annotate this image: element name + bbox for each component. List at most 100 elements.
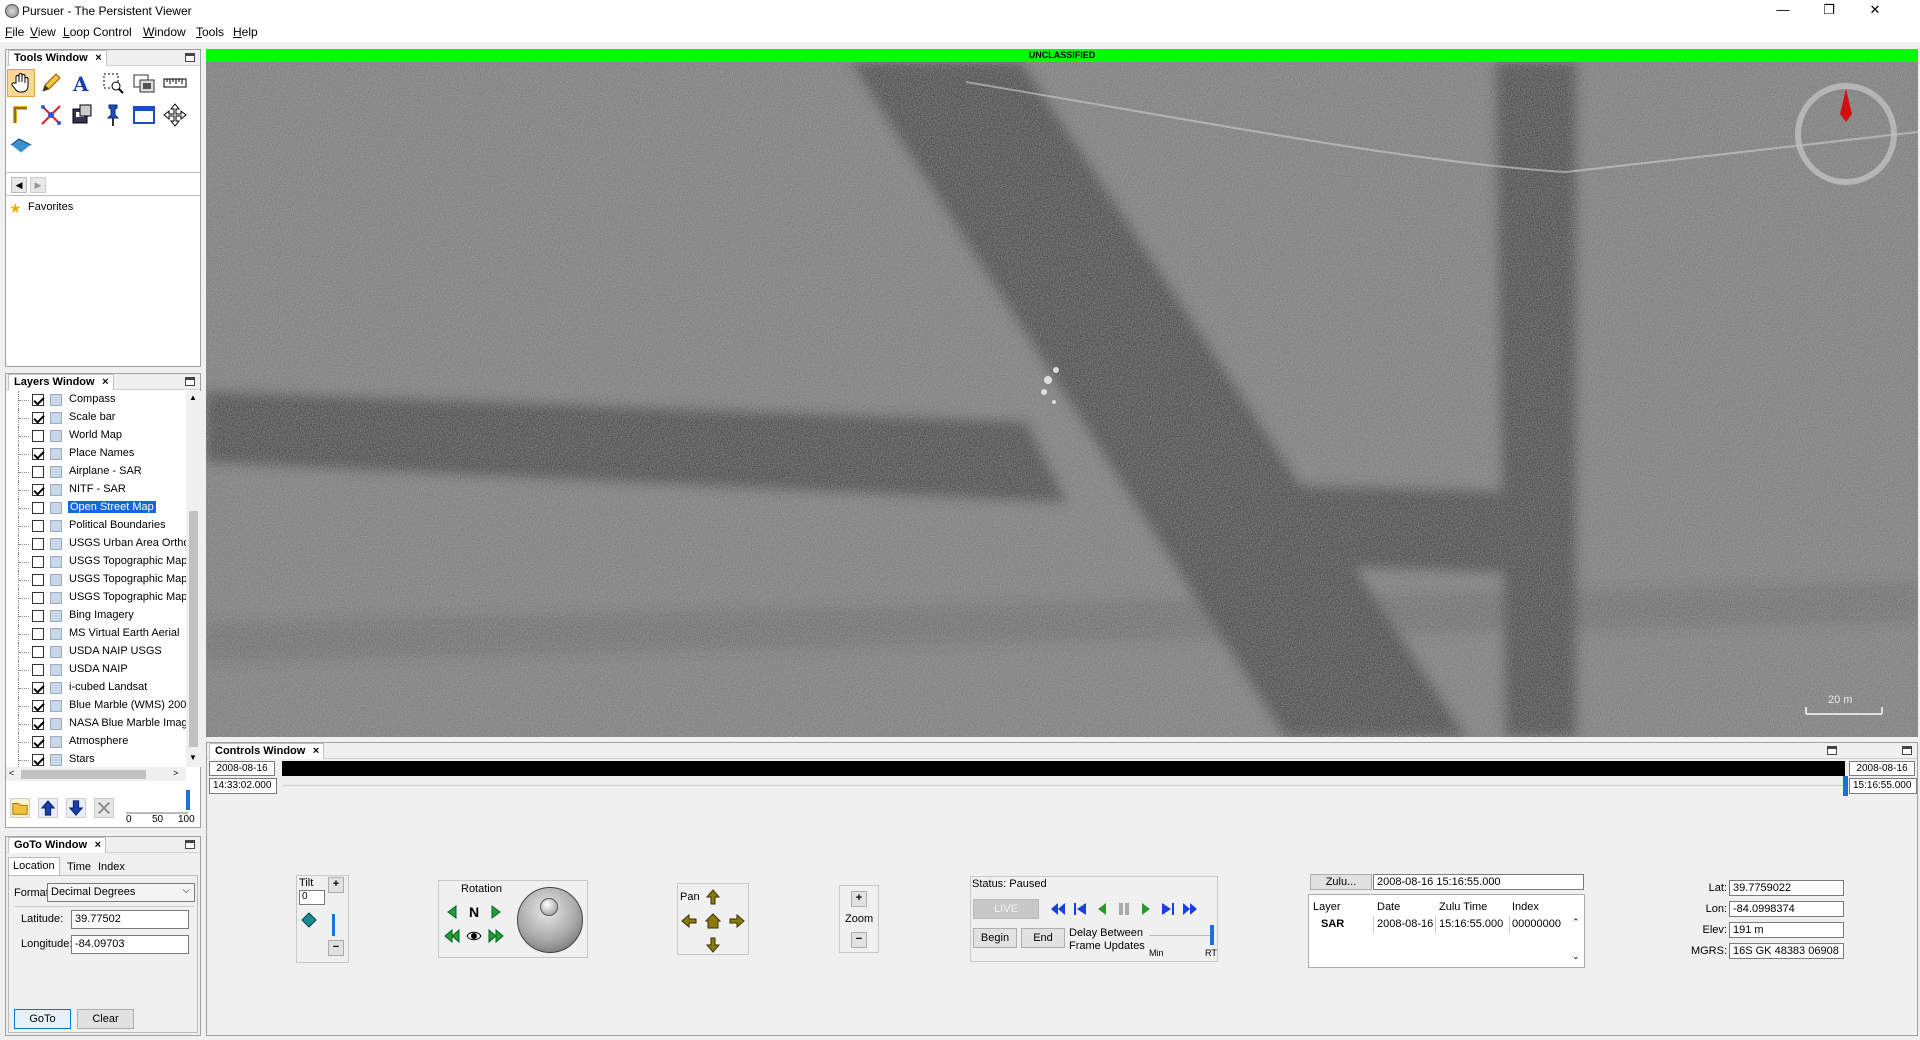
tab-index[interactable]: Index <box>94 859 129 875</box>
close-window-button[interactable]: ✕ <box>1852 0 1898 22</box>
layer-row[interactable]: Airplane - SAR <box>6 463 186 481</box>
open-folder-button[interactable] <box>10 798 30 818</box>
pan-down-button[interactable] <box>704 936 722 954</box>
rotate-left-button[interactable] <box>443 903 461 921</box>
rotate-fast-left-button[interactable] <box>443 927 461 945</box>
play-reverse-button[interactable] <box>1093 900 1111 918</box>
layer-checkbox[interactable] <box>32 610 44 622</box>
layer-checkbox[interactable] <box>32 412 44 424</box>
layer-checkbox[interactable] <box>32 682 44 694</box>
layer-row[interactable]: Open Street Map <box>6 499 186 517</box>
layer-checkbox[interactable] <box>32 736 44 748</box>
layer-row[interactable]: Bing Imagery <box>6 607 186 625</box>
layer-row[interactable]: Atmosphere <box>6 733 186 751</box>
layer-checkbox[interactable] <box>32 628 44 640</box>
jump-end-button[interactable] <box>1181 900 1199 918</box>
tilt-up-button[interactable]: + <box>328 877 344 893</box>
layer-checkbox[interactable] <box>32 448 44 460</box>
close-icon[interactable]: × <box>102 376 108 388</box>
layer-row[interactable]: Blue Marble (WMS) 2004 <box>6 697 186 715</box>
lat-field[interactable]: 39.7759022 <box>1729 880 1844 896</box>
latitude-input[interactable]: 39.77502 <box>71 910 189 929</box>
move-layer-up-button[interactable] <box>38 798 58 818</box>
pan-right-button[interactable] <box>728 912 746 930</box>
layer-checkbox[interactable] <box>32 520 44 532</box>
layer-row[interactable]: USDA NAIP USGS <box>6 643 186 661</box>
menu-tools[interactable]: Tools <box>196 25 224 39</box>
scroll-up-icon[interactable]: ▲ <box>189 393 197 402</box>
zulu-button[interactable]: Zulu... <box>1310 874 1372 890</box>
layers-vertical-scrollbar[interactable]: ▲ ▼ <box>186 391 201 767</box>
layer-row[interactable]: World Map <box>6 427 186 445</box>
menu-help[interactable]: Help <box>233 25 258 39</box>
table-scroll-up-icon[interactable]: ⌃ <box>1572 917 1580 928</box>
layer-row[interactable]: MS Virtual Earth Aerial <box>6 625 186 643</box>
favorites-item[interactable]: Favorites <box>28 201 73 213</box>
layers-horizontal-scrollbar[interactable]: < > <box>6 767 186 781</box>
menu-file[interactable]: File <box>5 25 24 39</box>
goto-button[interactable]: GoTo <box>14 1009 71 1029</box>
ruler-tool-icon[interactable] <box>161 69 189 97</box>
export-tool-icon[interactable] <box>68 101 96 129</box>
layer-checkbox[interactable] <box>32 466 44 478</box>
minimize-panel-button[interactable] <box>185 53 195 62</box>
layer-row[interactable]: Stars <box>6 751 186 767</box>
lon-field[interactable]: -84.0998374 <box>1729 901 1844 917</box>
layer-checkbox[interactable] <box>32 700 44 712</box>
elev-field[interactable]: 191 m <box>1729 922 1844 938</box>
layer-checkbox[interactable] <box>32 502 44 514</box>
step-back-button[interactable] <box>1071 900 1089 918</box>
layer-checkbox[interactable] <box>32 664 44 676</box>
pan-left-button[interactable] <box>680 912 698 930</box>
tilt-slider[interactable] <box>332 914 335 936</box>
layer-checkbox[interactable] <box>32 430 44 442</box>
screenshot-tool-icon[interactable] <box>130 69 158 97</box>
layer-checkbox[interactable] <box>32 754 44 766</box>
layer-row[interactable]: USGS Topographic Maps <box>6 571 186 589</box>
hand-pan-tool-icon[interactable] <box>7 69 35 97</box>
maximize-panel-button[interactable] <box>1902 746 1912 755</box>
maximize-button[interactable]: ❐ <box>1806 0 1852 22</box>
timeline-bar[interactable] <box>282 761 1845 776</box>
layer-checkbox[interactable] <box>32 484 44 496</box>
layer-row[interactable]: USGS Topographic Maps <box>6 553 186 571</box>
menu-window[interactable]: Window <box>143 25 186 39</box>
delay-slider-thumb[interactable] <box>1210 925 1214 945</box>
forward-arrow-icon[interactable]: ▶ <box>30 177 46 193</box>
tilt-reset-button[interactable] <box>300 911 318 929</box>
live-button[interactable]: LIVE <box>973 899 1039 919</box>
diamond-tool-icon[interactable] <box>7 133 35 161</box>
pencil-tool-icon[interactable] <box>37 69 65 97</box>
layer-checkbox[interactable] <box>32 592 44 604</box>
minimize-panel-button[interactable] <box>185 840 195 849</box>
rotate-fast-right-button[interactable] <box>487 927 505 945</box>
scroll-left-icon[interactable]: < <box>9 768 14 778</box>
layer-row[interactable]: NASA Blue Marble Image <box>6 715 186 733</box>
menu-loop-control[interactable]: Loop Control <box>63 25 132 39</box>
scroll-thumb[interactable] <box>189 511 198 747</box>
scroll-right-icon[interactable]: > <box>173 768 178 778</box>
link-tool-icon[interactable] <box>37 101 65 129</box>
mgrs-field[interactable]: 16S GK 48383 06908 <box>1729 943 1844 959</box>
format-select[interactable]: Decimal Degrees ⌵ <box>47 883 195 902</box>
layer-checkbox[interactable] <box>32 538 44 550</box>
close-icon[interactable]: × <box>313 745 319 757</box>
step-forward-button[interactable] <box>1159 900 1177 918</box>
layer-row[interactable]: USGS Urban Area Ortho <box>6 535 186 553</box>
layer-row[interactable]: Political Boundaries <box>6 517 186 535</box>
layer-checkbox[interactable] <box>32 394 44 406</box>
longitude-input[interactable]: -84.09703 <box>71 935 189 954</box>
layer-checkbox[interactable] <box>32 574 44 586</box>
layer-checkbox[interactable] <box>32 718 44 730</box>
zoom-select-tool-icon[interactable] <box>99 69 127 97</box>
menu-view[interactable]: View <box>30 25 56 39</box>
move-layer-down-button[interactable] <box>66 798 86 818</box>
play-button[interactable] <box>1137 900 1155 918</box>
layer-row[interactable]: i-cubed Landsat <box>6 679 186 697</box>
remove-layer-button[interactable] <box>94 798 114 818</box>
layer-row[interactable]: USGS Topographic Maps <box>6 589 186 607</box>
layer-row[interactable]: NITF - SAR <box>6 481 186 499</box>
goto-window-tab[interactable]: GoTo Window × <box>8 837 107 853</box>
layer-row[interactable]: USDA NAIP <box>6 661 186 679</box>
scroll-h-thumb[interactable] <box>21 770 146 779</box>
